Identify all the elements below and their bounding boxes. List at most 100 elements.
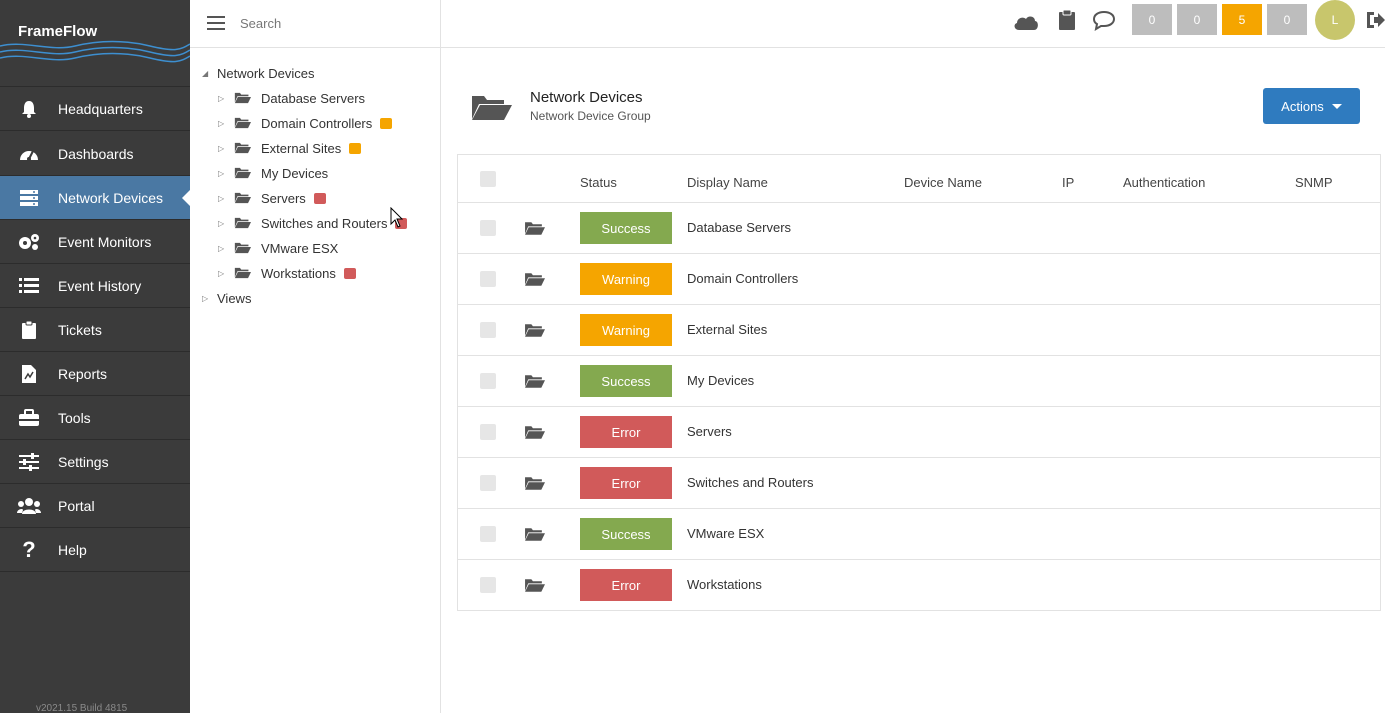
row-checkbox[interactable] — [480, 373, 496, 389]
caret-right-icon[interactable]: ▷ — [218, 194, 228, 203]
display-name[interactable]: Switches and Routers — [687, 475, 813, 490]
row-checkbox[interactable] — [480, 526, 496, 542]
folder-icon — [234, 142, 251, 154]
nav-portal[interactable]: Portal — [0, 484, 190, 528]
counter-2[interactable]: 5 — [1222, 4, 1262, 35]
folder-icon — [524, 527, 545, 547]
nav-settings[interactable]: Settings — [0, 440, 190, 484]
tree-item[interactable]: ▷ Database Servers — [218, 87, 365, 109]
nav-reports[interactable]: Reports — [0, 352, 190, 396]
caret-right-icon[interactable]: ▷ — [218, 219, 228, 228]
col-device-name[interactable]: Device Name — [904, 175, 982, 190]
tree-root-label: Network Devices — [217, 65, 315, 81]
version-text: v2021.15 Build 4815 — [36, 703, 128, 714]
col-snmp[interactable]: SNMP — [1295, 175, 1333, 190]
display-name[interactable]: VMware ESX — [687, 526, 764, 541]
avatar[interactable]: L — [1315, 0, 1355, 40]
display-name[interactable]: Database Servers — [687, 220, 791, 235]
status-badge[interactable]: Error — [580, 569, 672, 601]
tree-root[interactable]: ◢ Network Devices — [202, 62, 315, 84]
status-badge[interactable]: Warning — [580, 263, 672, 295]
actions-button[interactable]: Actions — [1263, 88, 1360, 124]
display-name[interactable]: My Devices — [687, 373, 754, 388]
tree-item[interactable]: ▷ VMware ESX — [218, 237, 338, 259]
display-name[interactable]: External Sites — [687, 322, 767, 337]
tree-views[interactable]: ▷ Views — [202, 287, 251, 309]
table-row[interactable]: Error Servers — [458, 407, 1380, 458]
nav-label: Settings — [58, 453, 109, 470]
caret-right-icon[interactable]: ▷ — [218, 94, 228, 103]
display-name[interactable]: Servers — [687, 424, 732, 439]
table-row[interactable]: Warning External Sites — [458, 305, 1380, 356]
nav-label: Headquarters — [58, 100, 143, 117]
row-checkbox[interactable] — [480, 424, 496, 440]
row-checkbox[interactable] — [480, 322, 496, 338]
nav-dashboards[interactable]: Dashboards — [0, 132, 190, 176]
table-row[interactable]: Warning Domain Controllers — [458, 254, 1380, 305]
col-status[interactable]: Status — [580, 175, 617, 190]
tree-item[interactable]: ▷ Servers — [218, 187, 326, 209]
table-row[interactable]: Success My Devices — [458, 356, 1380, 407]
counter-3[interactable]: 0 — [1267, 4, 1307, 35]
cloud-icon[interactable] — [1013, 13, 1039, 31]
status-badge[interactable]: Success — [580, 365, 672, 397]
caret-right-icon[interactable]: ▷ — [218, 269, 228, 278]
caret-right-icon[interactable]: ▷ — [218, 169, 228, 178]
nav-help[interactable]: ? Help — [0, 528, 190, 572]
folder-icon — [524, 221, 545, 241]
search-input[interactable] — [240, 13, 420, 33]
table-row[interactable]: Error Workstations — [458, 560, 1380, 611]
table-row[interactable]: Error Switches and Routers — [458, 458, 1380, 509]
folder-open-icon — [472, 96, 512, 120]
status-indicator — [380, 117, 393, 129]
tree-item[interactable]: ▷ My Devices — [218, 162, 328, 184]
nav-event-history[interactable]: Event History — [0, 264, 190, 308]
row-checkbox[interactable] — [480, 271, 496, 287]
display-name[interactable]: Domain Controllers — [687, 271, 798, 286]
clipboard-icon — [0, 320, 58, 340]
status-badge[interactable]: Success — [580, 212, 672, 244]
tree-item[interactable]: ▷ Domain Controllers — [218, 112, 393, 134]
counter-1[interactable]: 0 — [1177, 4, 1217, 35]
logo-waves-icon — [0, 40, 190, 63]
chat-icon[interactable] — [1092, 10, 1116, 31]
tree-item[interactable]: ▷ Switches and Routers — [218, 212, 408, 234]
select-all-checkbox[interactable] — [480, 171, 496, 187]
nav-tickets[interactable]: Tickets — [0, 308, 190, 352]
display-name[interactable]: Workstations — [687, 577, 762, 592]
col-authentication[interactable]: Authentication — [1123, 175, 1205, 190]
tree-item[interactable]: ▷ External Sites — [218, 137, 362, 159]
logo[interactable]: FrameFlow — [0, 0, 190, 87]
nav-event-monitors[interactable]: Event Monitors — [0, 220, 190, 264]
row-checkbox[interactable] — [480, 577, 496, 593]
row-checkbox[interactable] — [480, 475, 496, 491]
status-badge[interactable]: Error — [580, 416, 672, 448]
toolbox-icon — [0, 408, 58, 427]
tree-item[interactable]: ▷ Workstations — [218, 262, 356, 284]
list-icon — [0, 277, 58, 295]
counter-value: 5 — [1238, 12, 1246, 27]
caret-down-icon[interactable]: ◢ — [202, 69, 212, 78]
row-checkbox[interactable] — [480, 220, 496, 236]
table-row[interactable]: Success Database Servers — [458, 203, 1380, 254]
caret-right-icon[interactable]: ▷ — [218, 144, 228, 153]
menu-icon[interactable] — [207, 16, 225, 30]
caret-right-icon[interactable]: ▷ — [202, 294, 212, 303]
caret-right-icon[interactable]: ▷ — [218, 119, 228, 128]
status-indicator — [313, 192, 326, 204]
nav-network-devices[interactable]: Network Devices — [0, 176, 190, 220]
nav-tools[interactable]: Tools — [0, 396, 190, 440]
status-badge[interactable]: Error — [580, 467, 672, 499]
caret-right-icon[interactable]: ▷ — [218, 244, 228, 253]
status-badge[interactable]: Success — [580, 518, 672, 550]
clipboard-icon[interactable] — [1058, 9, 1076, 31]
logout-icon[interactable] — [1365, 10, 1385, 30]
col-ip[interactable]: IP — [1062, 175, 1074, 190]
nav-headquarters[interactable]: Headquarters — [0, 87, 190, 131]
counter-0[interactable]: 0 — [1132, 4, 1172, 35]
status-badge[interactable]: Warning — [580, 314, 672, 346]
sliders-icon — [0, 452, 58, 471]
col-display-name[interactable]: Display Name — [687, 175, 768, 190]
status-badge-label: Success — [601, 220, 651, 236]
table-row[interactable]: Success VMware ESX — [458, 509, 1380, 560]
